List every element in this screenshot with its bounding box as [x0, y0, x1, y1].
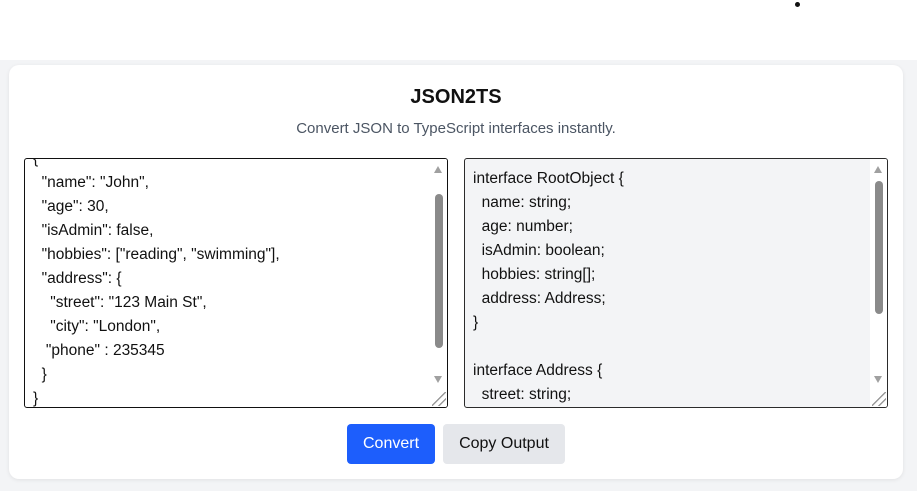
scroll-thumb[interactable] [875, 181, 883, 314]
input-scrollbar[interactable] [430, 159, 447, 407]
scroll-down-arrow-icon[interactable] [434, 376, 442, 383]
json-input-content[interactable]: { "name": "John", "age": 30, "isAdmin": … [33, 159, 429, 407]
scroll-up-arrow-icon[interactable] [434, 166, 442, 173]
copy-output-button[interactable]: Copy Output [443, 424, 565, 464]
page-subtitle: Convert JSON to TypeScript interfaces in… [296, 120, 616, 137]
ts-output-textarea[interactable]: interface RootObject { name: string; age… [464, 158, 888, 408]
converter-card: JSON2TS Convert JSON to TypeScript inter… [9, 65, 903, 479]
dot-icon [795, 2, 800, 7]
resize-handle-icon[interactable] [872, 392, 886, 406]
convert-button[interactable]: Convert [347, 424, 435, 464]
top-bar [0, 0, 917, 60]
page-title: JSON2TS [410, 86, 502, 108]
json-input-textarea[interactable]: { "name": "John", "age": 30, "isAdmin": … [24, 158, 448, 408]
scroll-down-arrow-icon[interactable] [874, 376, 882, 383]
scroll-thumb[interactable] [435, 194, 443, 348]
resize-handle-icon[interactable] [432, 392, 446, 406]
scroll-up-arrow-icon[interactable] [874, 166, 882, 173]
ts-output-content[interactable]: interface RootObject { name: string; age… [473, 167, 869, 407]
output-scrollbar[interactable] [870, 159, 887, 407]
